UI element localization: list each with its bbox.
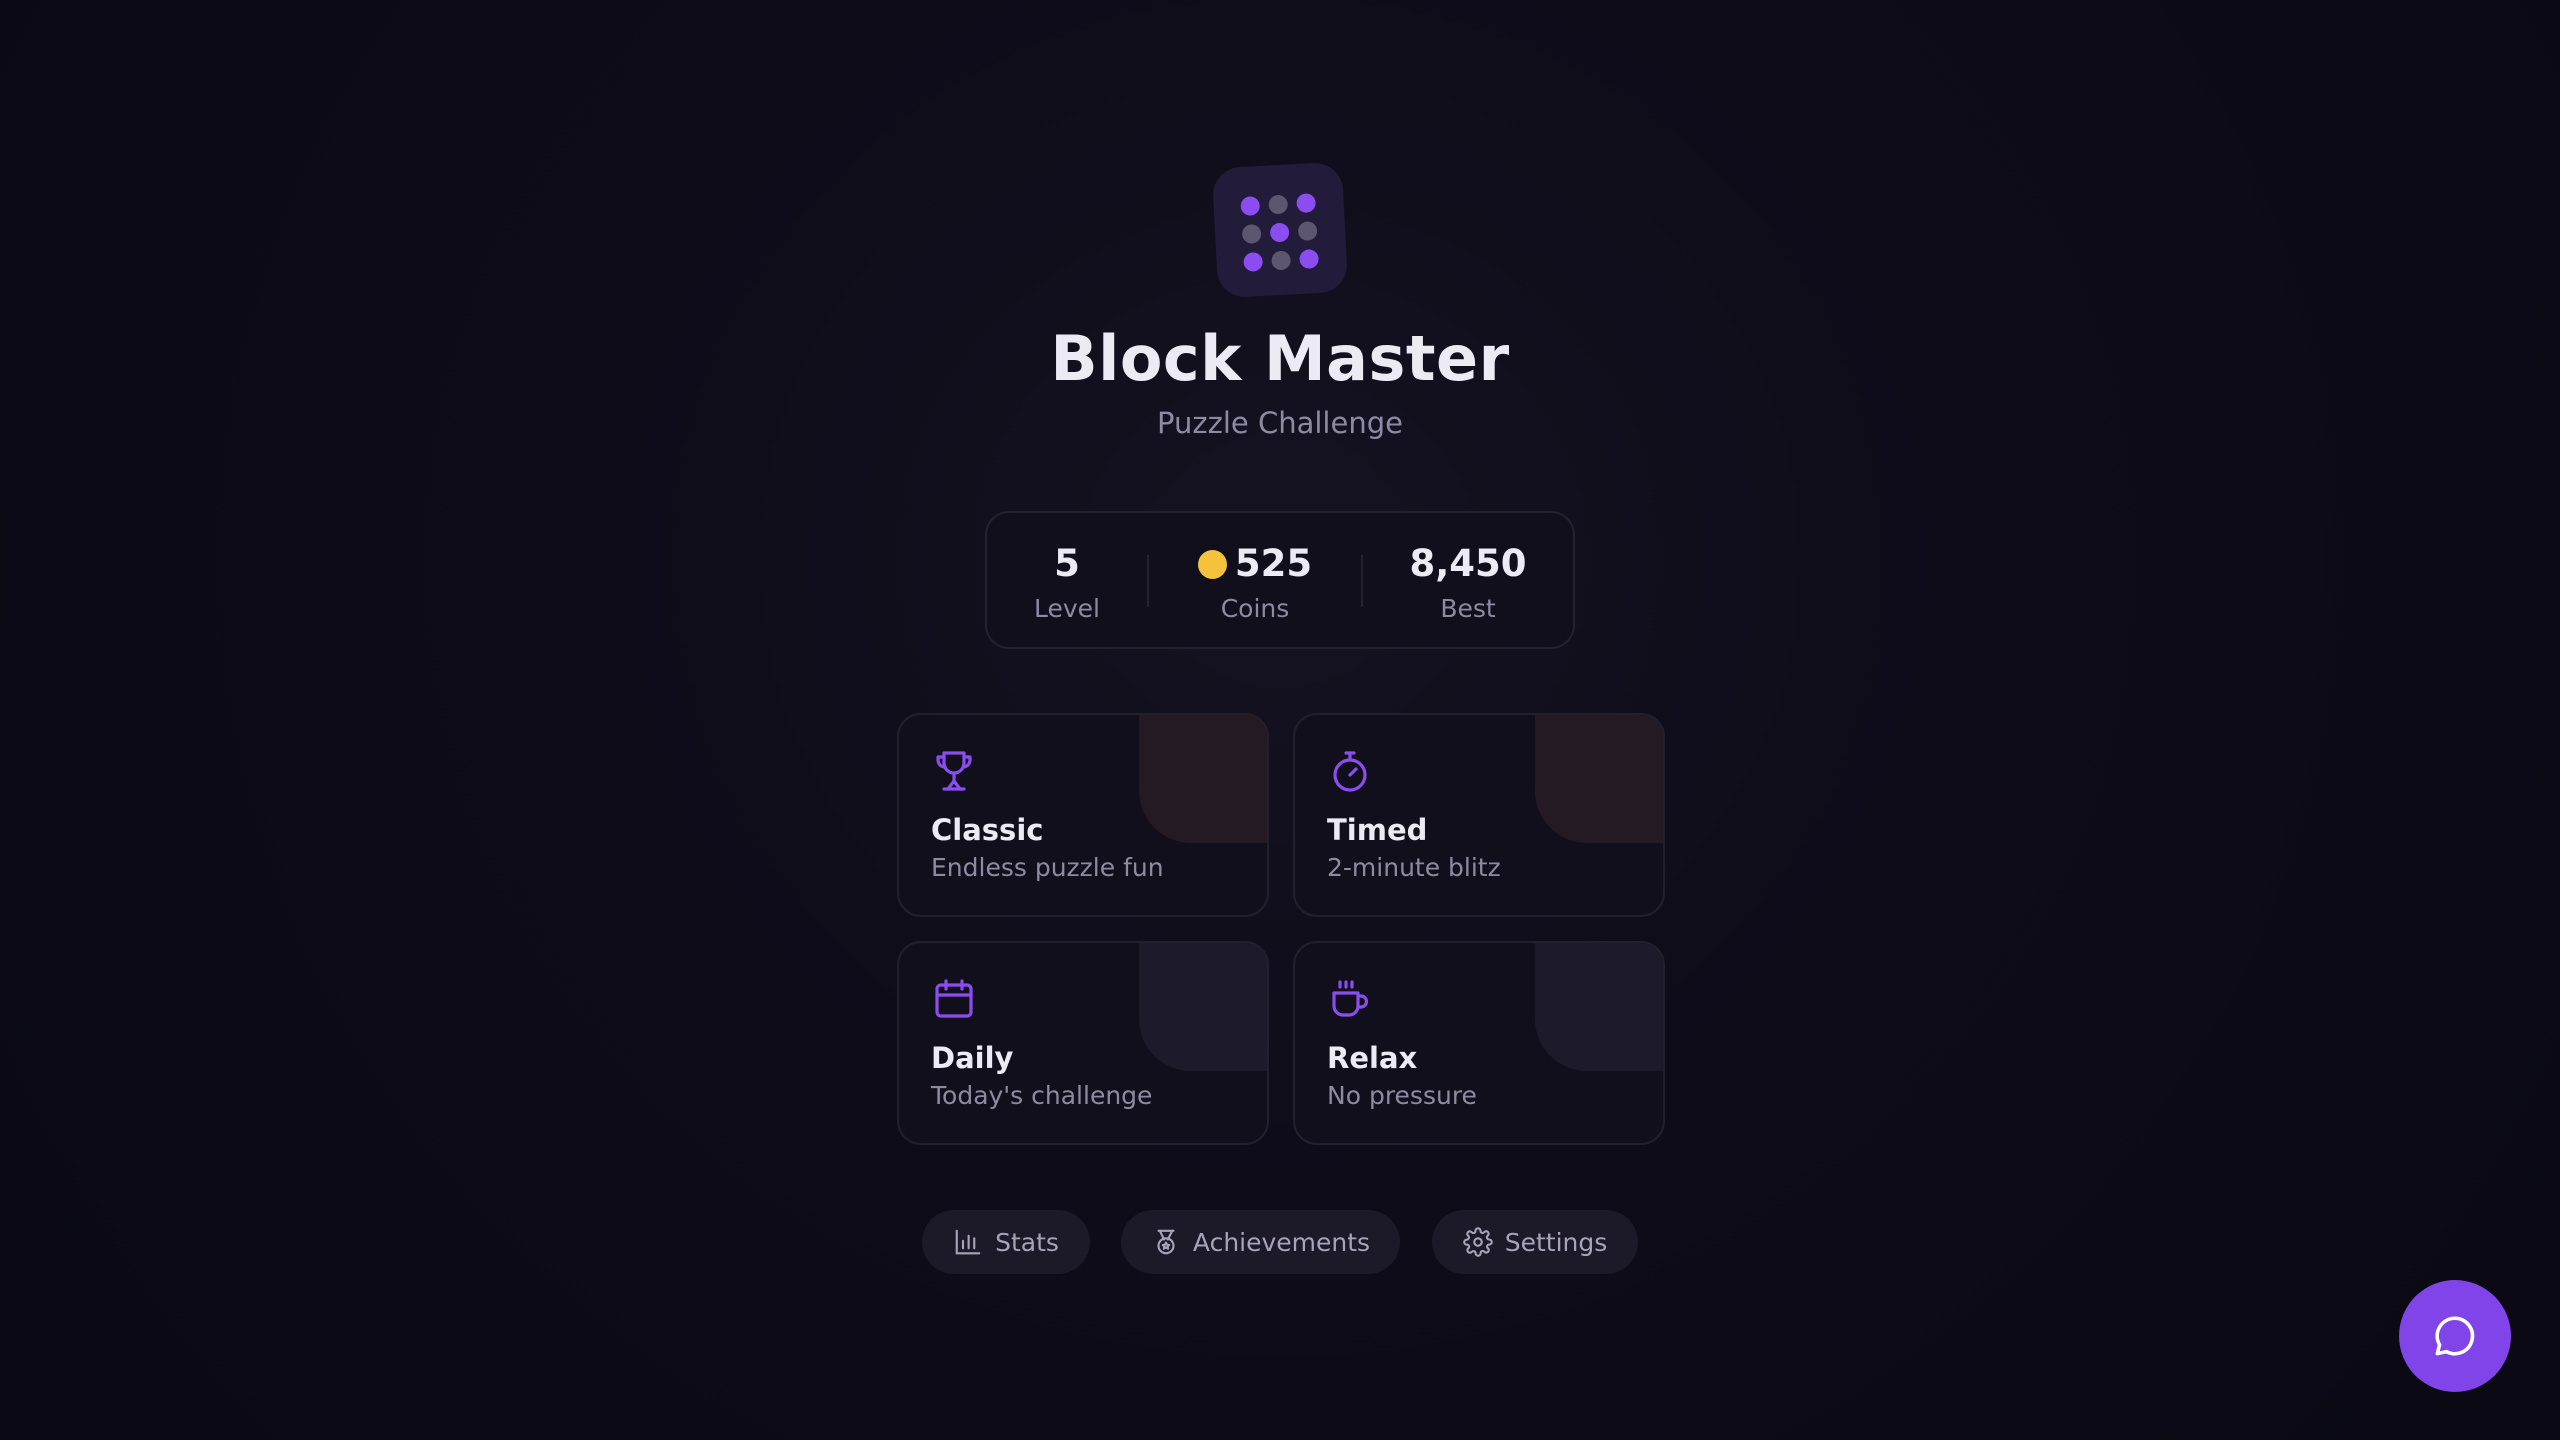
achievements-button-label: Achievements [1192, 1227, 1371, 1257]
mode-card-relax[interactable]: Relax No pressure [1293, 941, 1665, 1145]
card-decoration [1139, 943, 1267, 1071]
settings-button[interactable]: Settings [1432, 1210, 1638, 1274]
mode-description: 2-minute blitz [1327, 853, 1501, 882]
app-subtitle: Puzzle Challenge [1157, 406, 1403, 440]
settings-button-label: Settings [1504, 1227, 1608, 1257]
stat-level-label: Level [1034, 594, 1100, 623]
mode-name: Daily [931, 1041, 1014, 1075]
stat-coins-label: Coins [1220, 594, 1290, 623]
calendar-icon [935, 979, 973, 1018]
mode-description: Today's challenge [931, 1081, 1153, 1110]
stat-coins: 525 Coins [1149, 513, 1361, 649]
mode-description: Endless puzzle fun [931, 853, 1164, 882]
stat-best-label: Best [1440, 594, 1496, 623]
coin-icon [1197, 550, 1227, 579]
stat-level: 5 Level [987, 513, 1147, 649]
achievements-button[interactable]: Achievements [1121, 1210, 1400, 1274]
mode-name: Timed [1327, 813, 1428, 847]
card-decoration [1535, 715, 1663, 843]
stat-best: 8,450 Best [1363, 513, 1573, 649]
stat-level-value: 5 [1054, 542, 1080, 585]
coffee-icon [1332, 980, 1369, 1017]
mode-card-timed[interactable]: Timed 2-minute blitz [1293, 713, 1665, 917]
stats-button[interactable]: Stats [922, 1210, 1090, 1274]
app-logo [1211, 161, 1349, 299]
chat-bubble-icon [2435, 1316, 2475, 1356]
stat-best-value: 8,450 [1409, 542, 1527, 585]
mode-name: Relax [1327, 1041, 1418, 1075]
mode-description: No pressure [1327, 1081, 1477, 1110]
medal-icon [1157, 1229, 1175, 1255]
trophy-icon [936, 751, 972, 791]
mode-card-classic[interactable]: Classic Endless puzzle fun [897, 713, 1269, 917]
bar-chart-icon [955, 1229, 981, 1255]
mode-name: Classic [931, 813, 1044, 847]
card-decoration [1139, 715, 1267, 843]
app-title: Block Master [1050, 322, 1510, 395]
card-decoration [1535, 943, 1663, 1071]
stopwatch-icon [1333, 751, 1367, 792]
mode-card-daily[interactable]: Daily Today's challenge [897, 941, 1269, 1145]
chat-button[interactable] [2399, 1280, 2511, 1392]
stats-button-label: Stats [995, 1227, 1059, 1257]
stat-coins-value: 525 [1234, 542, 1313, 585]
stats-panel: 5 Level 525 Coins 8,450 Best [985, 511, 1575, 649]
stat-coins-value-wrap: 525 [1149, 542, 1361, 585]
gear-icon [1462, 1227, 1493, 1257]
